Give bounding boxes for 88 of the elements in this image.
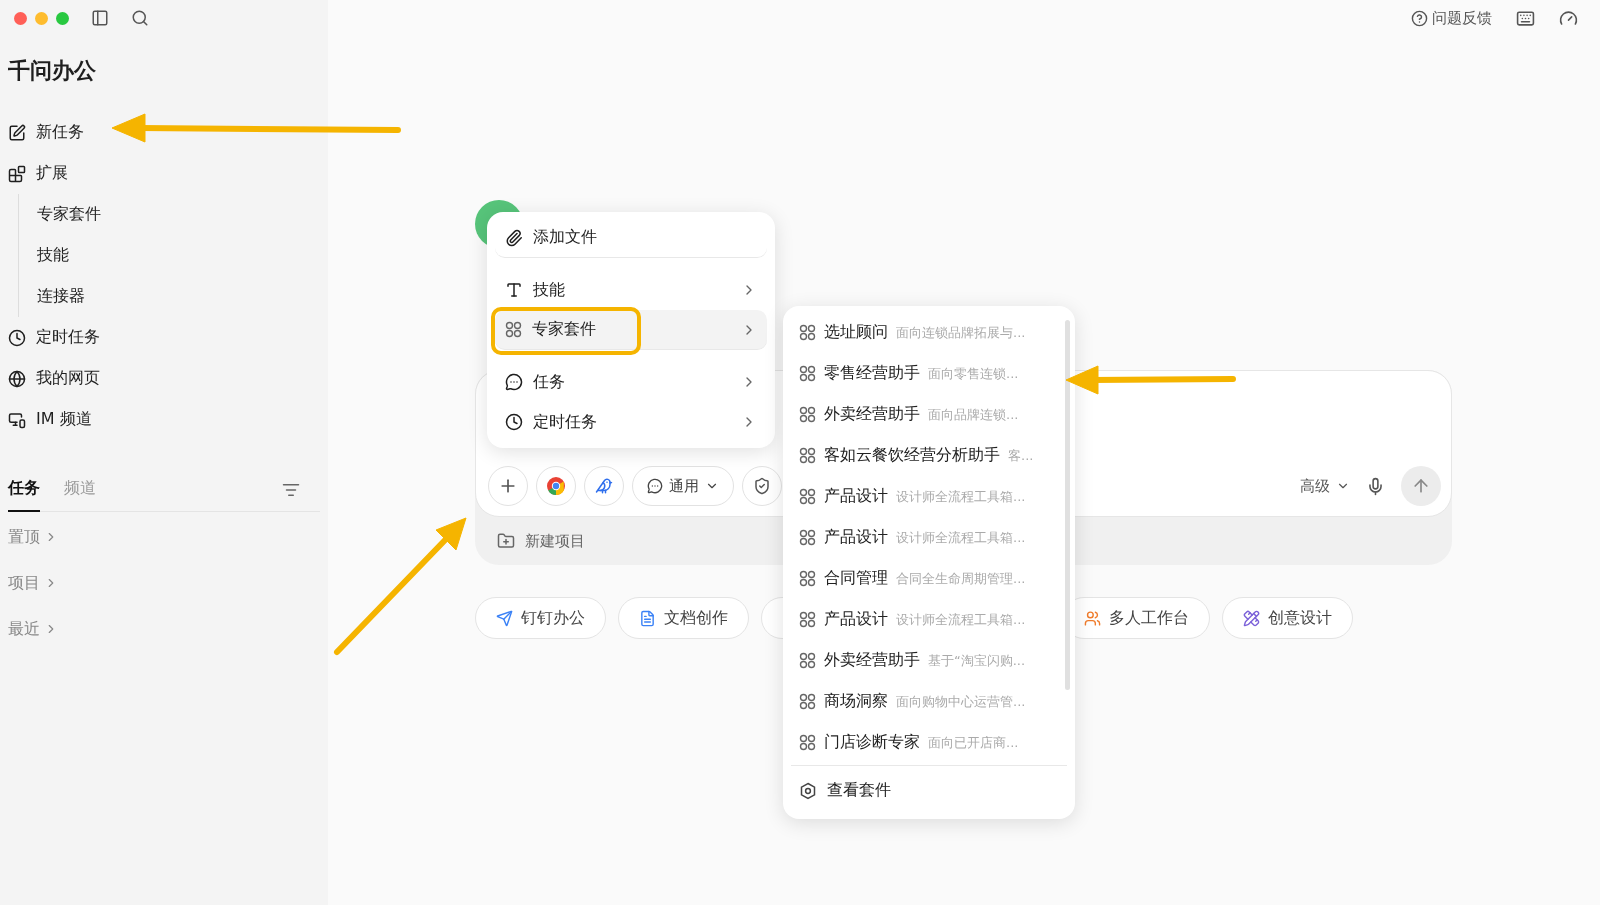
four-circles-icon bbox=[799, 693, 816, 710]
monitor-phone-icon bbox=[8, 410, 26, 429]
shortcut-chip[interactable]: 文档创作 bbox=[618, 597, 749, 639]
folder-plus-icon bbox=[497, 532, 515, 550]
advanced-dropdown[interactable]: 高级 bbox=[1300, 476, 1350, 496]
suite-description: 客... bbox=[1008, 446, 1034, 465]
browser-tool-button[interactable] bbox=[536, 466, 576, 506]
four-circles-icon bbox=[799, 406, 816, 423]
nav-subitem[interactable]: 技能 bbox=[37, 235, 320, 276]
shield-button[interactable] bbox=[742, 466, 782, 506]
browser-logo-icon bbox=[546, 476, 566, 496]
chat-icon bbox=[505, 373, 523, 391]
four-circles-icon bbox=[799, 488, 816, 505]
suite-name[interactable]: 合同管理 bbox=[824, 568, 888, 589]
edit-icon bbox=[8, 123, 26, 142]
chat-icon bbox=[647, 478, 663, 494]
suite-description: 基于“淘宝闪购... bbox=[928, 651, 1026, 670]
shield-check-icon bbox=[753, 477, 771, 495]
suite-description: 设计师全流程工具箱... bbox=[896, 528, 1026, 547]
nav-subitem[interactable]: 专家套件 bbox=[37, 194, 320, 235]
blocks-icon bbox=[8, 164, 26, 183]
suite-description: 设计师全流程工具箱... bbox=[896, 610, 1026, 629]
suite-description: 面向已开店商... bbox=[928, 733, 1019, 752]
bird-icon bbox=[595, 477, 613, 495]
gauge-icon[interactable] bbox=[1559, 8, 1578, 28]
suite-name[interactable]: 零售经营助手 bbox=[824, 363, 920, 384]
clock-icon bbox=[505, 413, 523, 431]
document-icon bbox=[639, 609, 656, 627]
four-circles-icon bbox=[799, 611, 816, 628]
list-tab[interactable]: 任务 bbox=[8, 467, 40, 512]
pencil-ruler-icon bbox=[1243, 609, 1260, 627]
nav-item[interactable]: 定时任务 bbox=[8, 317, 320, 358]
mode-dropdown[interactable]: 通用 bbox=[632, 466, 734, 506]
suite-name[interactable]: 外卖经营助手 bbox=[824, 404, 920, 425]
four-circles-icon bbox=[799, 570, 816, 587]
skill-icon bbox=[505, 281, 523, 299]
four-circles-icon bbox=[799, 324, 816, 341]
globe-icon bbox=[8, 369, 26, 388]
shortcut-chip[interactable]: 创意设计 bbox=[1222, 597, 1353, 639]
search-icon[interactable] bbox=[131, 9, 149, 27]
suite-name[interactable]: 产品设计 bbox=[824, 609, 888, 630]
nav-item[interactable]: 我的网页 bbox=[8, 358, 320, 399]
suite-name[interactable]: 产品设计 bbox=[824, 527, 888, 548]
scrollbar[interactable] bbox=[1065, 320, 1070, 690]
clock-icon bbox=[8, 328, 26, 347]
nav-item[interactable]: 新任务 bbox=[8, 112, 320, 153]
suite-description: 设计师全流程工具箱... bbox=[896, 487, 1026, 506]
add-button[interactable] bbox=[488, 466, 528, 506]
shortcut-chip[interactable]: 钉钉办公 bbox=[475, 597, 606, 639]
suite-description: 面向品牌连锁... bbox=[928, 405, 1019, 424]
suite-name[interactable]: 客如云餐饮经营分析助手 bbox=[824, 445, 1000, 466]
four-circles-icon bbox=[799, 734, 816, 751]
bird-tool-button[interactable] bbox=[584, 466, 624, 506]
suite-description: 面向连锁品牌拓展与... bbox=[896, 323, 1026, 342]
people-icon bbox=[1084, 609, 1101, 627]
suite-name[interactable]: 产品设计 bbox=[824, 486, 888, 507]
nav-item[interactable]: 扩展 bbox=[8, 153, 320, 194]
suite-name[interactable]: 选址顾问 bbox=[824, 322, 888, 343]
menu-item[interactable]: 任务 bbox=[495, 362, 767, 402]
menu-item[interactable]: 技能 bbox=[495, 270, 767, 310]
microphone-icon[interactable] bbox=[1366, 476, 1385, 496]
suite-description: 面向零售连锁... bbox=[928, 364, 1019, 383]
paperclip-icon bbox=[505, 228, 523, 247]
suite-name[interactable]: 门店诊断专家 bbox=[824, 732, 920, 753]
sidebar-toggle-icon[interactable] bbox=[91, 9, 109, 27]
menu-item[interactable]: 添加文件 bbox=[495, 218, 767, 258]
close-window-button[interactable] bbox=[14, 11, 27, 25]
nav-item[interactable]: IM 频道 bbox=[8, 399, 320, 440]
app-title: 千问办公 bbox=[8, 57, 97, 85]
suite-name[interactable]: 商场洞察 bbox=[824, 691, 888, 712]
hexagon-icon bbox=[799, 781, 817, 800]
four-circles-icon bbox=[505, 321, 522, 338]
four-circles-icon bbox=[799, 447, 816, 464]
feedback-link[interactable]: 问题反馈 bbox=[1411, 8, 1492, 28]
nav-subitem[interactable]: 连接器 bbox=[37, 276, 320, 317]
help-icon bbox=[1411, 9, 1428, 27]
paper-plane-icon bbox=[496, 609, 513, 627]
menu-item[interactable]: 定时任务 bbox=[495, 402, 767, 442]
keyboard-icon[interactable] bbox=[1516, 8, 1535, 28]
four-circles-icon bbox=[799, 652, 816, 669]
suite-description: 面向购物中心运营管... bbox=[896, 692, 1026, 711]
four-circles-icon bbox=[799, 529, 816, 546]
new-project-link[interactable]: 新建项目 bbox=[525, 531, 585, 551]
view-suites-item[interactable]: 查看套件 bbox=[791, 765, 1067, 815]
send-button[interactable] bbox=[1401, 466, 1441, 506]
four-circles-icon bbox=[799, 365, 816, 382]
suite-description: 合同全生命周期管理... bbox=[896, 569, 1026, 588]
suite-name[interactable]: 外卖经营助手 bbox=[824, 650, 920, 671]
